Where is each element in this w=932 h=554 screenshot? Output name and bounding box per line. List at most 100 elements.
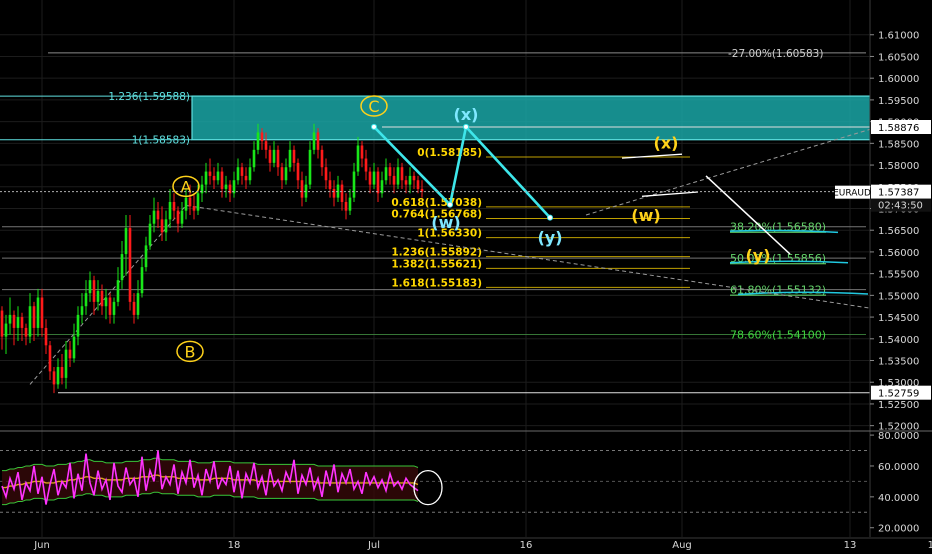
candle-body — [188, 197, 192, 207]
candle-body — [44, 327, 48, 346]
extension-label: -27.00%(1.60583) — [728, 48, 823, 60]
price-badge-label: 1.52759 — [878, 389, 919, 400]
wave-point — [447, 201, 453, 208]
countdown-label: 02:43:50 — [878, 201, 923, 212]
candle-body — [256, 132, 260, 150]
candle-body — [324, 167, 328, 181]
candle-body — [304, 184, 308, 198]
wave-label: A — [181, 177, 192, 196]
candle-body — [240, 167, 244, 176]
candle-body — [244, 175, 248, 181]
price-tick-label: 1.61000 — [878, 31, 919, 42]
candle-body — [164, 219, 168, 233]
candle-body — [340, 184, 344, 202]
rsi-tick-label: 40.0000 — [878, 493, 919, 504]
time-tick-label: Aug — [672, 540, 692, 550]
time-tick-label: 16 — [520, 540, 533, 550]
candle-body — [112, 301, 116, 315]
wave-label: (y) — [745, 246, 770, 265]
price-badge-label: 1.58876 — [878, 123, 919, 134]
candle-body — [332, 188, 336, 198]
candle-body — [152, 210, 156, 224]
candle-body — [64, 349, 68, 378]
candle-body — [192, 206, 196, 211]
wave-point — [547, 214, 553, 221]
candle-body — [404, 180, 408, 185]
candle-body — [392, 175, 396, 185]
candle-body — [80, 306, 84, 315]
candle-body — [308, 149, 312, 185]
candle-body — [364, 158, 368, 172]
candle-body — [12, 314, 16, 328]
candle-body — [376, 171, 380, 194]
candle-body — [0, 310, 4, 337]
candle-body — [68, 349, 72, 359]
fib-label: 1.618(1.55183) — [391, 277, 482, 289]
candle-body — [412, 175, 416, 181]
price-tick-label: 1.59500 — [878, 96, 919, 107]
candle-body — [328, 180, 332, 189]
candle-body — [28, 306, 32, 337]
candle-body — [20, 317, 24, 328]
candle-body — [172, 201, 176, 211]
fib-label: 0(1.58185) — [417, 147, 482, 159]
candle-body — [212, 175, 216, 181]
supply-zone-bottom-label: 1(1.58583) — [132, 135, 190, 147]
candle-body — [224, 184, 228, 189]
candle-body — [388, 167, 392, 176]
candle-body — [208, 171, 212, 176]
candle-body — [124, 228, 128, 255]
candle-body — [140, 267, 144, 294]
candle-body — [360, 145, 364, 159]
time-tick-label: Jul — [367, 540, 380, 550]
wave-label: (w) — [631, 206, 660, 225]
candle-body — [300, 180, 304, 198]
candle-body — [196, 193, 200, 211]
candle-body — [348, 197, 352, 211]
wave-label: (y) — [537, 228, 562, 247]
candle-body — [148, 223, 152, 246]
retracement-label: 50.00%(1.55856) — [730, 252, 826, 265]
candle-body — [128, 228, 132, 302]
price-tick-label: 1.54000 — [878, 335, 919, 346]
candle-body — [408, 175, 412, 185]
wave-label: C — [368, 97, 379, 116]
time-tick-label: 13 — [844, 540, 857, 550]
candle-body — [176, 210, 180, 224]
candle-body — [72, 336, 76, 359]
candle-body — [160, 219, 164, 233]
candle-body — [180, 210, 184, 224]
retracement-label: 78.60%(1.54100) — [730, 328, 826, 341]
candle-body — [144, 245, 148, 268]
candle-body — [260, 132, 264, 142]
fib-label: 0.618(1.57038) — [391, 197, 482, 209]
supply-zone-top-label: 1.236(1.59588) — [108, 91, 190, 103]
candle-body — [316, 132, 320, 150]
price-tick-label: 1.56500 — [878, 226, 919, 237]
candle-body — [32, 306, 36, 328]
candle-body — [104, 297, 108, 307]
candle-body — [156, 210, 160, 220]
candle-body — [136, 293, 140, 315]
candle-body — [268, 149, 272, 163]
candle-body — [56, 367, 60, 385]
wave-point — [463, 123, 469, 130]
candle-body — [16, 317, 20, 328]
candle-body — [272, 149, 276, 163]
candle-body — [252, 149, 256, 168]
candle-body — [92, 280, 96, 302]
candle-body — [384, 167, 388, 181]
candle-body — [400, 167, 404, 181]
wave-label: (w) — [431, 213, 460, 232]
candle-body — [396, 167, 400, 185]
candle-body — [120, 254, 124, 281]
candle-body — [52, 371, 56, 385]
candle-body — [88, 280, 92, 294]
candle-body — [168, 201, 172, 220]
candle-body — [132, 301, 136, 315]
candle-body — [220, 171, 224, 189]
candle-body — [48, 345, 52, 372]
candle-body — [60, 367, 64, 378]
chart-root: 1.236(1.59588) 1(1.58583) -27.00%(1.60583)… — [0, 0, 932, 551]
candle-body — [312, 132, 316, 150]
